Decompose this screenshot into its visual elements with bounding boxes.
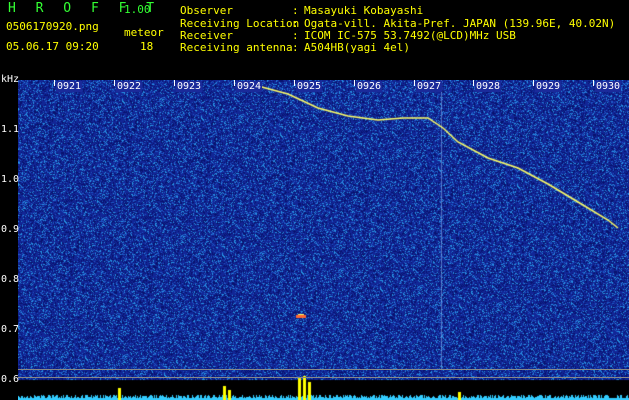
time-tick [234,80,235,86]
time-label-0929: 0929 [535,81,562,92]
time-tick [593,80,594,86]
time-tick [414,80,415,86]
time-label-0921: 0921 [56,81,83,92]
capture-datetime: 05.06.17 09:20 [6,40,99,53]
y-label-0-8: 0.8 [1,274,20,285]
time-label-0922: 0922 [116,81,143,92]
time-label-0923: 0923 [176,81,203,92]
time-label-0924: 0924 [236,81,263,92]
time-tick [473,80,474,86]
y-axis-unit: kHz [1,74,20,85]
y-label-0-9: 0.9 [1,224,20,235]
time-tick [114,80,115,86]
antenna-value: A504HB(yagi 4el) [304,41,410,54]
time-tick [54,80,55,86]
time-tick [294,80,295,86]
observer-label: Observer [180,4,233,17]
y-label-0-7: 0.7 [1,324,20,335]
meteor-label: meteor [124,26,164,39]
y-label-1-1: 1.1 [1,124,20,135]
time-label-0927: 0927 [416,81,443,92]
file-name: 0506170920.png [6,20,99,33]
y-label-1-0: 1.0 [1,174,20,185]
time-label-0926: 0926 [356,81,383,92]
baseline-lower [18,377,629,378]
observer-value: Masayuki Kobayashi [304,4,424,17]
app-version: 1.00 [124,3,151,16]
time-label-0930: 0930 [595,81,622,92]
baseline-upper [18,369,629,370]
antenna-colon: : [292,41,299,54]
meteor-count: 18 [140,40,154,53]
y-label-0-6: 0.6 [1,374,20,385]
spectrogram-window: { "header": { "app_title": "H R O F F T"… [0,0,629,400]
time-tick [533,80,534,86]
time-label-0928: 0928 [475,81,502,92]
spectrogram-canvas [18,80,629,400]
time-tick [354,80,355,86]
time-tick [174,80,175,86]
antenna-label: Receiving antenna [180,41,293,54]
observer-colon: : [292,4,299,17]
time-label-0925: 0925 [296,81,323,92]
